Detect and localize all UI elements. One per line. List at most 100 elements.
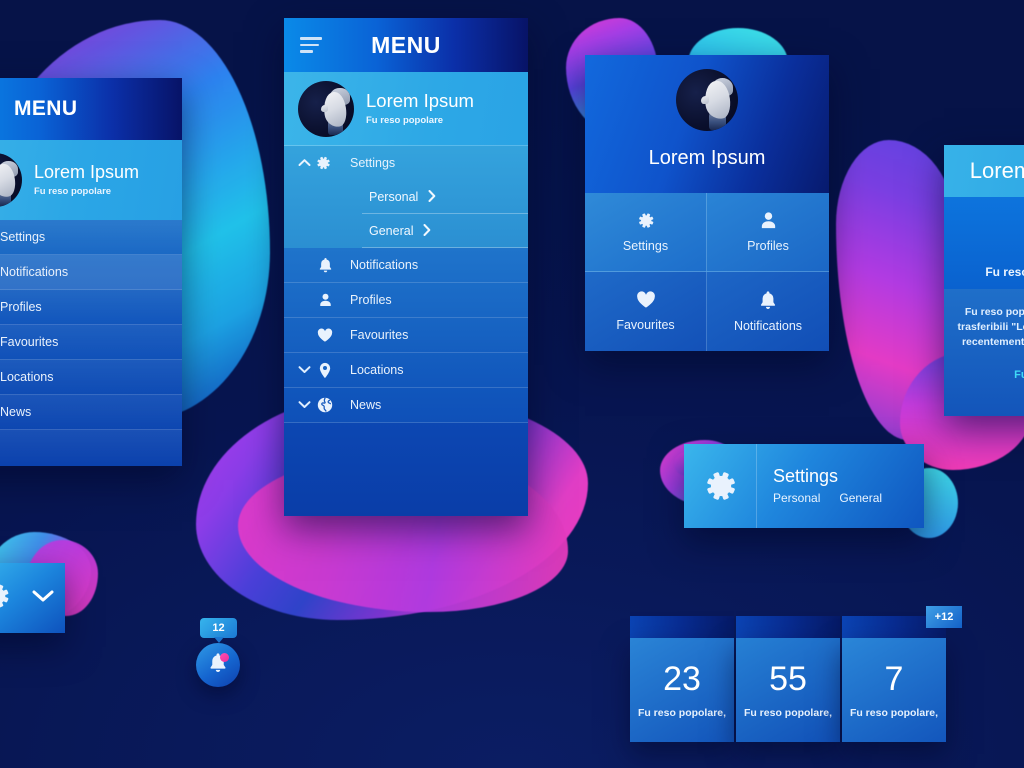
badge-count: 12 xyxy=(212,622,225,634)
stat-card-2[interactable]: 55 Fu reso popolare, xyxy=(736,638,840,742)
menu-item-notifications[interactable]: Notifications xyxy=(284,248,528,283)
gear-icon xyxy=(312,155,334,171)
menu-item-settings[interactable]: Settings xyxy=(284,146,528,180)
location-pin-icon xyxy=(312,362,338,379)
stat-value: 23 xyxy=(663,659,701,698)
center-menu-profile[interactable]: Lorem Ipsum Fu reso popolare xyxy=(284,72,528,146)
right-card-title: Lorem Ipsum xyxy=(969,158,1024,183)
right-card-header: Lorem Ipsum xyxy=(944,145,1024,197)
menu-item-label: Locations xyxy=(350,363,404,377)
person-icon xyxy=(312,292,338,308)
notification-bell-button[interactable] xyxy=(196,643,240,687)
center-menu-filler xyxy=(284,423,528,516)
sidebar-item-label: Notifications xyxy=(0,265,69,279)
stat-caption: Fu reso popolare, xyxy=(849,706,939,719)
menu-item-label: Profiles xyxy=(350,293,392,307)
chevron-right-icon xyxy=(428,189,436,205)
stat-value: 7 xyxy=(884,659,904,698)
sidebar-item-label: Settings xyxy=(0,230,46,244)
profile-name: Lorem Ipsum xyxy=(648,147,766,169)
stat-increase-badge: +12 xyxy=(926,606,962,628)
bell-icon xyxy=(312,257,338,273)
alert-dot-icon xyxy=(220,653,229,662)
chevron-right-icon xyxy=(423,223,431,239)
submenu-item-personal[interactable]: Personal xyxy=(284,180,528,214)
right-card-text: Fu reso popolare diffusione trasferibili… xyxy=(957,306,1024,349)
sidebar-item-settings[interactable]: Settings xyxy=(0,220,182,255)
right-card-body: Fu reso popolare diffusione trasferibili… xyxy=(944,289,1024,416)
profile-card-tiles: Settings Profiles Favourites Notificatio… xyxy=(585,193,829,351)
person-icon xyxy=(759,211,778,230)
right-info-card: Lorem Ipsum Fu reso popolare Fu reso pop… xyxy=(944,145,1024,416)
menu-item-favourites[interactable]: Favourites xyxy=(284,318,528,353)
chevron-down-icon[interactable] xyxy=(32,589,54,608)
left-menu-title: MENU xyxy=(14,97,78,120)
profile-name: Lorem Ipsum xyxy=(34,161,140,182)
tile-profiles[interactable]: Profiles xyxy=(707,193,829,272)
chevron-up-icon[interactable] xyxy=(298,157,312,169)
stat-card-3[interactable]: 7 Fu reso popolare, xyxy=(842,638,946,742)
menu-item-label: Settings xyxy=(350,156,396,170)
stat-card-1[interactable]: 23 Fu reso popolare, xyxy=(630,638,734,742)
tile-label: Settings xyxy=(622,239,669,253)
left-side-menu: MENU Lorem Ipsum Fu reso popolare Settin… xyxy=(0,78,182,466)
stat-caption: Fu reso popolare, xyxy=(637,706,727,719)
profile-subtitle: Fu reso popolare xyxy=(34,186,112,198)
sidebar-item-label: Favourites xyxy=(0,335,59,349)
sidebar-item-label: Profiles xyxy=(0,300,42,314)
hamburger-icon[interactable] xyxy=(300,37,322,53)
tile-label: Notifications xyxy=(733,319,803,333)
avatar xyxy=(298,80,354,137)
left-menu-header: MENU xyxy=(0,78,182,140)
globe-icon xyxy=(312,397,338,413)
right-card-subheader: Fu reso popolare xyxy=(944,197,1024,289)
sidebar-item-label: News xyxy=(0,405,32,419)
ui-canvas: MENU Lorem Ipsum Fu reso popolare Settin… xyxy=(0,0,1024,768)
stat-caption: Fu reso popolare, xyxy=(743,706,833,719)
badge-label: +12 xyxy=(934,611,954,623)
chevron-down-icon[interactable] xyxy=(298,363,312,377)
sidebar-item-locations[interactable]: Locations xyxy=(0,360,182,395)
sidebar-item-news[interactable]: News xyxy=(0,395,182,430)
sidebar-item-favourites[interactable]: Favourites xyxy=(0,325,182,360)
settings-group: Settings Personal General xyxy=(284,146,528,248)
profile-grid-card: Lorem Ipsum Settings Profiles Favourites xyxy=(585,55,829,351)
avatar xyxy=(676,69,738,131)
menu-item-label: News xyxy=(350,398,382,412)
chevron-down-icon[interactable] xyxy=(298,398,312,412)
heart-icon xyxy=(312,328,338,343)
settings-widget[interactable]: Settings Personal General xyxy=(684,444,924,528)
tab-general[interactable]: General xyxy=(839,491,882,505)
gear-icon xyxy=(0,581,11,616)
tile-settings[interactable]: Settings xyxy=(585,193,707,272)
bell-badge-tooltip: 12 xyxy=(200,618,237,643)
gear-icon xyxy=(684,444,757,528)
settings-widget-tabs: Personal General xyxy=(773,491,924,505)
tile-label: Profiles xyxy=(747,239,789,253)
menu-item-locations[interactable]: Locations xyxy=(284,353,528,388)
left-menu-items: Settings Notifications Profiles Favourit… xyxy=(0,220,182,466)
submenu-item-label: General xyxy=(369,224,414,238)
gear-icon xyxy=(636,211,655,230)
tab-personal[interactable]: Personal xyxy=(773,491,820,505)
center-menu-panel: MENU Lorem Ipsum Fu reso popolare Settin… xyxy=(284,18,528,516)
left-menu-profile[interactable]: Lorem Ipsum Fu reso popolare xyxy=(0,140,182,220)
right-card-link[interactable]: Fu reso xyxy=(954,369,1024,381)
settings-widget-text: Settings Personal General xyxy=(757,444,924,528)
profile-subtitle: Fu reso popolare xyxy=(366,115,444,127)
menu-item-profiles[interactable]: Profiles xyxy=(284,283,528,318)
sidebar-item-profiles[interactable]: Profiles xyxy=(0,290,182,325)
heart-icon xyxy=(636,291,656,309)
sidebar-item-label: Locations xyxy=(0,370,54,384)
tile-favourites[interactable]: Favourites xyxy=(585,272,707,351)
submenu-item-general[interactable]: General xyxy=(284,214,528,248)
settings-widget-title: Settings xyxy=(773,465,839,486)
menu-item-label: Notifications xyxy=(350,258,419,272)
sidebar-item-notifications[interactable]: Notifications xyxy=(0,255,182,290)
profile-card-header: Lorem Ipsum xyxy=(585,55,829,193)
menu-item-label: Favourites xyxy=(350,328,409,342)
menu-item-news[interactable]: News xyxy=(284,388,528,423)
center-menu-header: MENU xyxy=(284,18,528,72)
gear-dropdown-widget[interactable] xyxy=(0,563,65,633)
tile-notifications[interactable]: Notifications xyxy=(707,272,829,351)
